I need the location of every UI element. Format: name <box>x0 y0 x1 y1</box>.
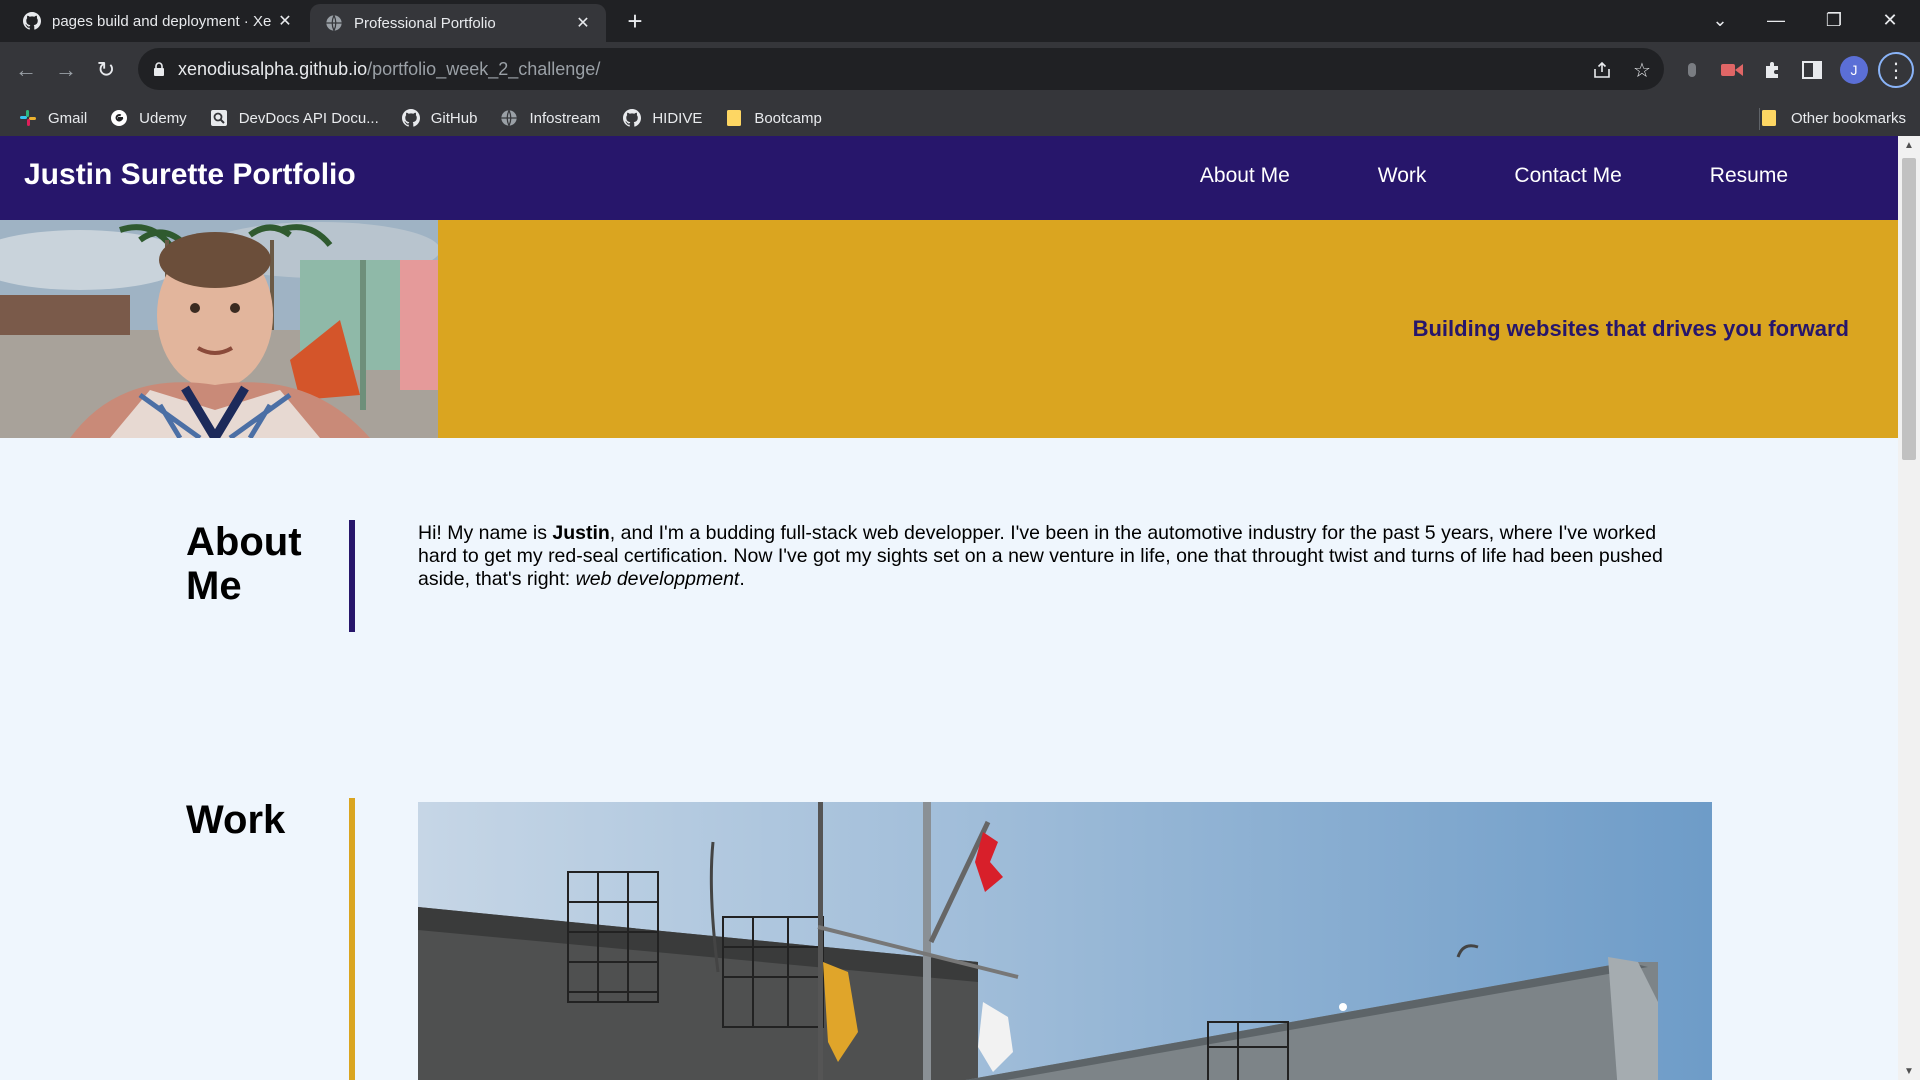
bookmark-label: Udemy <box>139 109 187 127</box>
bookmark-github[interactable]: GitHub <box>401 108 478 128</box>
minimize-icon[interactable]: — <box>1756 0 1796 40</box>
nav-work[interactable]: Work <box>1378 164 1427 188</box>
bookmarks-divider <box>1759 108 1760 130</box>
about-end: . <box>739 568 745 590</box>
bookmark-bootcamp[interactable]: Bootcamp <box>724 108 822 128</box>
site-header: Justin Surette Portfolio About Me Work C… <box>0 136 1898 220</box>
tab-strip: pages build and deployment · Xe ✕ Profes… <box>0 0 1920 42</box>
hero-banner: Building websites that drives you forwar… <box>0 220 1898 438</box>
star-icon[interactable]: ☆ <box>1630 58 1654 82</box>
close-icon[interactable]: ✕ <box>274 10 296 32</box>
share-icon[interactable] <box>1590 58 1614 82</box>
work-divider <box>349 798 355 1080</box>
other-bookmarks-label: Other bookmarks <box>1790 109 1906 127</box>
page-scrollbar[interactable]: ▲ ▼ <box>1898 136 1920 1080</box>
video-extension-icon[interactable] <box>1718 56 1746 84</box>
address-bar[interactable]: xenodiusalpha.github.io/portfolio_week_2… <box>138 48 1664 90</box>
bookmark-devdocs[interactable]: DevDocs API Docu... <box>209 108 379 128</box>
about-text: Hi! My name is Justin, and I'm a budding… <box>418 522 1694 591</box>
scroll-up-icon[interactable]: ▲ <box>1898 136 1920 154</box>
bookmarks-bar: Gmail Udemy DevDocs API Docu... GitHub I… <box>0 98 1920 138</box>
work-heading: Work <box>186 798 286 842</box>
tab-title: pages build and deployment · Xe <box>52 12 272 30</box>
tab-portfolio[interactable]: Professional Portfolio ✕ <box>310 4 606 42</box>
about-heading: About Me <box>186 520 302 608</box>
bookmark-udemy[interactable]: Udemy <box>109 108 187 128</box>
globe-icon <box>324 13 344 33</box>
url-path: /portfolio_week_2_challenge/ <box>367 58 601 79</box>
about-name: Justin <box>552 522 610 544</box>
forward-arrow-icon[interactable]: → <box>48 52 84 88</box>
close-window-icon[interactable]: ✕ <box>1870 0 1910 40</box>
work-project-image[interactable] <box>418 802 1712 1080</box>
folder-icon <box>1761 109 1779 127</box>
bookmark-label: GitHub <box>430 109 478 127</box>
site-title: Justin Surette Portfolio <box>24 158 356 191</box>
nav-contact-me[interactable]: Contact Me <box>1514 164 1621 188</box>
browser-toolbar: ← → ↻ xenodiusalpha.github.io/portfolio_… <box>0 42 1920 138</box>
tab-title: Professional Portfolio <box>354 14 496 32</box>
tab-github-actions[interactable]: pages build and deployment · Xe ✕ <box>0 0 308 42</box>
nav-about-me[interactable]: About Me <box>1200 164 1290 188</box>
scroll-thumb[interactable] <box>1902 158 1916 460</box>
about-heading-line1: About <box>186 520 302 564</box>
bookmark-label: Gmail <box>48 109 88 127</box>
devdocs-icon <box>209 108 229 128</box>
github-icon <box>22 11 42 31</box>
about-intro: Hi! My name is <box>418 522 553 544</box>
extension-icon[interactable] <box>1678 56 1706 84</box>
bookmark-label: DevDocs API Docu... <box>238 109 379 127</box>
profile-avatar[interactable]: J <box>1840 56 1868 84</box>
scroll-down-icon[interactable]: ▼ <box>1898 1062 1920 1080</box>
about-heading-line2: Me <box>186 564 242 608</box>
reload-icon[interactable]: ↻ <box>88 52 124 88</box>
other-bookmarks[interactable]: Other bookmarks <box>1761 98 1906 138</box>
about-divider <box>349 520 355 632</box>
about-emphasis: web developpment <box>575 568 740 590</box>
side-panel-icon[interactable] <box>1798 56 1826 84</box>
more-menu-icon[interactable]: ⋮ <box>1878 52 1914 88</box>
nav-resume[interactable]: Resume <box>1710 164 1788 188</box>
url-text: xenodiusalpha.github.io/portfolio_week_2… <box>178 59 600 80</box>
slack-icon <box>18 108 38 128</box>
bookmark-label: Bootcamp <box>754 109 822 127</box>
back-arrow-icon[interactable]: ← <box>8 52 44 88</box>
bookmark-hidive[interactable]: HIDIVE <box>622 108 702 128</box>
github-icon <box>401 108 421 128</box>
tab-search-icon[interactable]: ⌄ <box>1700 0 1740 40</box>
puzzle-icon[interactable] <box>1758 56 1786 84</box>
github-icon <box>622 108 642 128</box>
globe-icon <box>499 108 519 128</box>
new-tab-button[interactable]: + <box>620 6 650 36</box>
close-icon[interactable]: ✕ <box>572 12 594 34</box>
bookmark-label: HIDIVE <box>652 109 703 127</box>
hero-tagline: Building websites that drives you forwar… <box>1412 316 1849 341</box>
profile-photo <box>0 220 438 438</box>
restore-icon[interactable]: ❐ <box>1814 0 1854 40</box>
bookmark-gmail[interactable]: Gmail <box>18 108 87 128</box>
page-viewport: Justin Surette Portfolio About Me Work C… <box>0 136 1898 1080</box>
google-icon <box>109 108 129 128</box>
folder-icon <box>724 108 744 128</box>
url-host: xenodiusalpha.github.io <box>178 58 368 79</box>
bookmark-infostream[interactable]: Infostream <box>499 108 600 128</box>
site-nav: About Me Work Contact Me Resume <box>1112 164 1788 188</box>
lock-icon[interactable] <box>150 62 168 76</box>
bookmark-label: Infostream <box>529 109 601 127</box>
